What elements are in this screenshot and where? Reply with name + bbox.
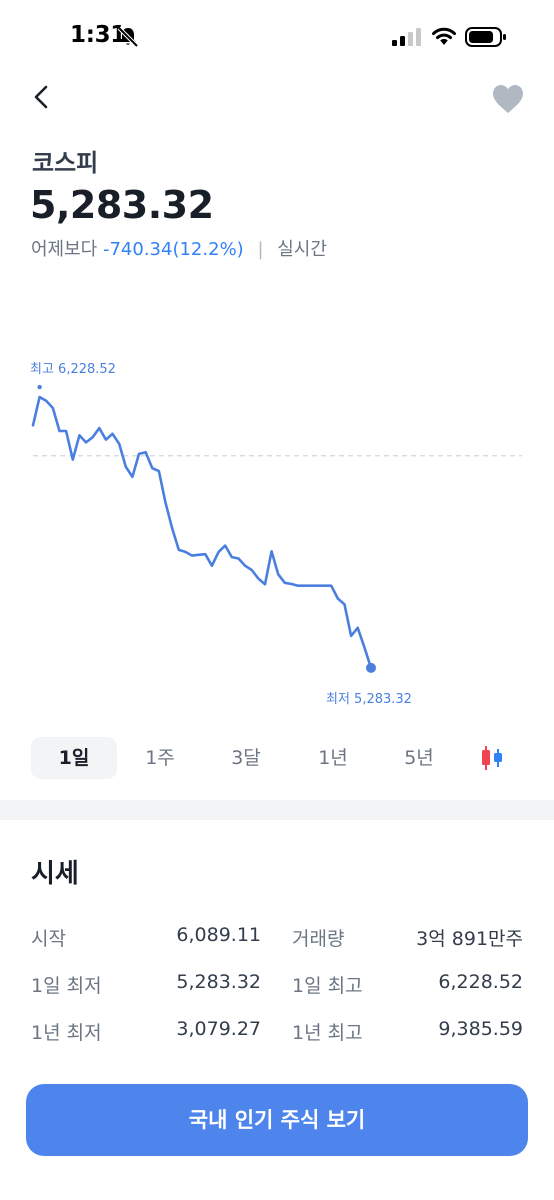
cellular-signal-icon: [392, 28, 421, 46]
period-tabs: 1일 1주 3달 1년 5년: [31, 737, 521, 779]
popular-stocks-button[interactable]: 국내 인기 주식 보기: [26, 1084, 528, 1156]
stat-value: 5,283.32: [176, 971, 261, 993]
section-divider: [0, 800, 554, 820]
stock-detail-screen: 1:31 코스피 5,283.32 어제보다 -740.34(12.2%) | …: [0, 0, 554, 1200]
battery-icon: [465, 27, 506, 47]
price-change-row: 어제보다 -740.34(12.2%) | 실시간: [31, 235, 327, 261]
period-tab-1w[interactable]: 1주: [117, 737, 203, 779]
stock-price: 5,283.32: [30, 183, 214, 227]
stat-label: 1일 최저: [31, 975, 102, 997]
stat-label: 거래량: [292, 928, 345, 950]
stat-label: 1년 최고: [292, 1022, 363, 1044]
high-point-marker: [37, 384, 42, 390]
chevron-left-icon[interactable]: [28, 80, 58, 114]
stock-name: 코스피: [32, 149, 99, 177]
period-tab-5y[interactable]: 5년: [376, 737, 462, 779]
stats-row: 시작 6,089.11 거래량 3억 891만주: [31, 918, 523, 965]
change-value: -740.34(12.2%): [102, 239, 244, 260]
current-point-marker: [366, 662, 376, 673]
change-prefix: 어제보다: [31, 239, 98, 260]
bell-slash-icon: [117, 26, 139, 48]
period-tab-3m[interactable]: 3달: [203, 737, 289, 779]
stats-row: 1년 최저 3,079.27 1년 최고 9,385.59: [31, 1012, 523, 1059]
chart-high-label: 최고 6,228.52: [30, 362, 116, 377]
price-chart[interactable]: 최고 6,228.52 최저 5,283.32: [0, 340, 554, 720]
period-tab-1d[interactable]: 1일: [31, 737, 117, 779]
stat-value: 6,228.52: [438, 971, 523, 993]
stat-value: 9,385.59: [438, 1018, 523, 1040]
price-line: [31, 395, 373, 670]
separator: |: [257, 239, 264, 260]
stat-value: 3,079.27: [176, 1018, 261, 1040]
status-bar: 1:31: [0, 0, 554, 76]
stat-label: 1일 최고: [292, 975, 363, 997]
heart-icon[interactable]: [490, 82, 526, 116]
chart-low-label: 최저 5,283.32: [326, 692, 412, 707]
stats-row: 1일 최저 5,283.32 1일 최고 6,228.52: [31, 965, 523, 1012]
section-title: 시세: [31, 859, 79, 889]
stat-value: 6,089.11: [176, 924, 261, 946]
wifi-icon: [432, 27, 456, 45]
candlestick-icon[interactable]: [477, 745, 507, 771]
stat-label: 시작: [31, 928, 66, 950]
stat-value: 3억 891만주: [416, 928, 523, 950]
price-chart-svg: [31, 384, 522, 673]
stats-table: 시작 6,089.11 거래량 3억 891만주 1일 최저 5,283.32 …: [31, 918, 523, 1059]
realtime-label: 실시간: [277, 239, 327, 260]
period-tab-1y[interactable]: 1년: [290, 737, 376, 779]
stat-label: 1년 최저: [31, 1022, 102, 1044]
